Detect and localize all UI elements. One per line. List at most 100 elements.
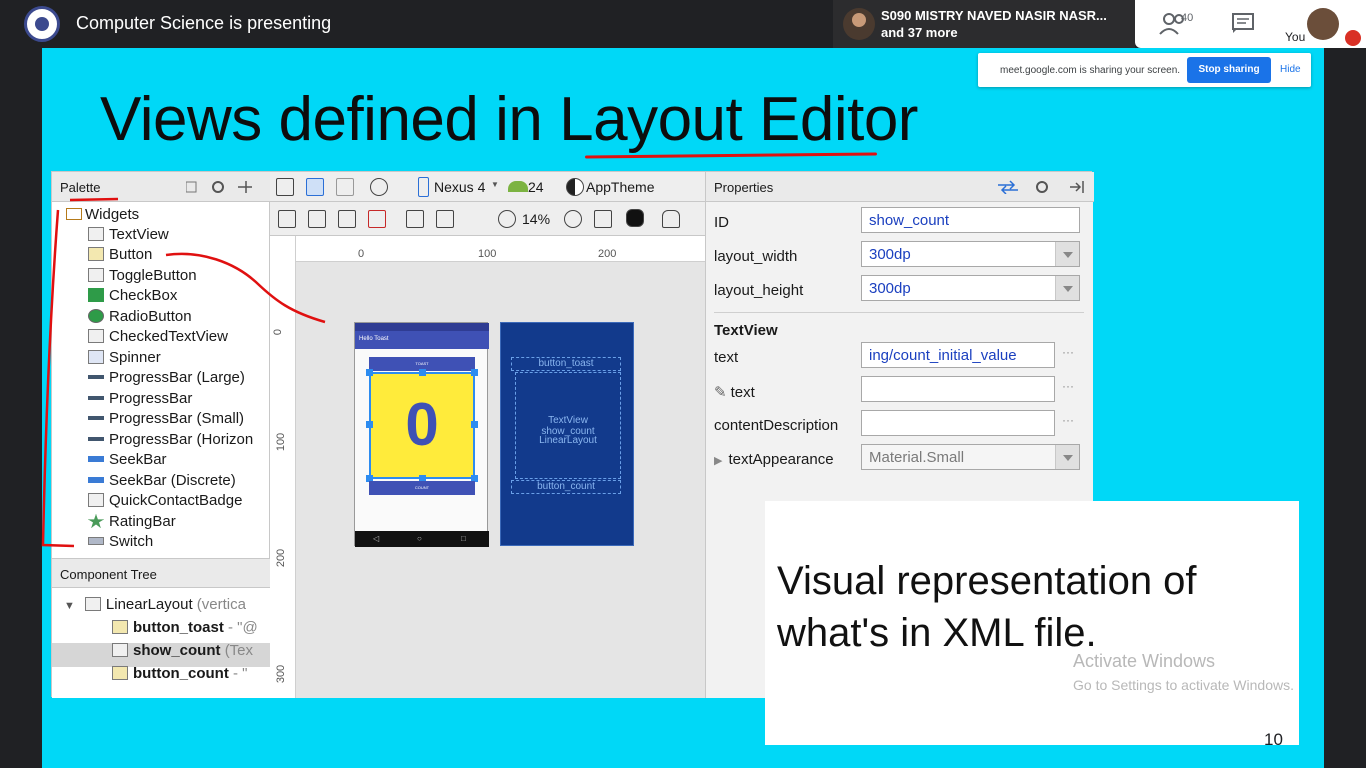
phone-preview[interactable]: Hello Toast TOAST 0 COUNT ◁ ○ □ [354, 322, 489, 547]
presenting-status: Computer Science is presenting [76, 13, 332, 33]
more-icon[interactable]: ··· [1062, 345, 1074, 359]
ruler-tick: 300 [275, 664, 288, 684]
palette-item-progressbar[interactable]: ProgressBar [88, 390, 192, 410]
blueprint-view-icon[interactable] [306, 178, 324, 196]
content-description-field[interactable] [861, 410, 1055, 436]
api-level-selector[interactable]: 24 [528, 179, 544, 195]
component-tree-title: Component Tree [60, 567, 157, 582]
palette-item-textview[interactable]: TextView [88, 226, 169, 246]
resize-handle[interactable] [366, 369, 373, 376]
fit-screen-icon[interactable] [594, 210, 612, 228]
count-value: 0 [405, 391, 439, 458]
palette-item-button[interactable]: Button [88, 246, 152, 266]
participant-chip[interactable]: S090 MISTRY NAVED NASIR NASR... and 37 m… [833, 0, 1135, 48]
wrench-icon: ✎ [714, 384, 727, 401]
palette-item-quickcontactbadge[interactable]: QuickContactBadge [88, 492, 242, 512]
windows-watermark-title: Activate Windows [1073, 651, 1216, 671]
prop-id-label: ID [714, 214, 729, 231]
tree-item-show-count[interactable]: show_count (Tex [112, 642, 253, 664]
zoom-out-icon[interactable] [498, 210, 516, 228]
palette-item-progressbar-small[interactable]: ProgressBar (Small) [88, 410, 244, 430]
tree-item-linearlayout[interactable]: ▼ LinearLayout (vertica [64, 596, 246, 618]
theme-selector[interactable]: AppTheme [586, 179, 654, 195]
tree-item-label: button_toast [133, 619, 224, 636]
layout-height-value: 300dp [869, 280, 911, 297]
screen-share-notice: meet.google.com is sharing your screen. … [978, 53, 1311, 87]
tools-text-field[interactable] [861, 376, 1055, 402]
slide-title: Views defined in Layout Editor [100, 85, 918, 154]
windows-watermark-subtitle: Go to Settings to activate Windows. [1073, 677, 1294, 693]
design-view-icon[interactable] [276, 178, 294, 196]
prop-text-appearance-label[interactable]: ▶ textAppearance [714, 451, 834, 468]
more-icon[interactable]: ··· [1062, 413, 1074, 427]
palette-item-togglebutton[interactable]: ToggleButton [88, 267, 197, 287]
palette-item-label: TextView [109, 226, 169, 243]
device-selector[interactable]: Nexus 4 [434, 179, 485, 195]
chat-icon[interactable] [1231, 12, 1255, 34]
blueprint-button-toast: button_toast [511, 357, 621, 371]
resize-handle[interactable] [471, 421, 478, 428]
palette-item-seekbar-discrete[interactable]: SeekBar (Discrete) [88, 472, 236, 492]
component-tree-header: Component Tree [52, 558, 270, 588]
palette-item-progressbar-horizontal[interactable]: ProgressBar (Horizon [88, 431, 253, 451]
spinner-icon [88, 350, 104, 364]
switch-icon [88, 537, 104, 545]
blueprint-textview-label: TextView [548, 415, 588, 426]
split-view-icon[interactable] [336, 178, 354, 196]
palette-item-radiobutton[interactable]: RadioButton [88, 308, 192, 328]
notification-icon[interactable] [662, 210, 680, 228]
textview-icon [88, 227, 104, 241]
prop-content-description-label: contentDescription [714, 417, 839, 434]
text-appearance-select[interactable]: Material.Small [861, 444, 1080, 470]
resize-handle[interactable] [419, 369, 426, 376]
hide-button[interactable]: Hide [1280, 64, 1301, 75]
slide-number: 10 [1264, 730, 1283, 749]
layout-icon [84, 597, 101, 611]
prop-layout-width-label: layout_width [714, 248, 798, 265]
palette-item-label: Button [109, 246, 153, 263]
clear-constraints-icon[interactable] [368, 210, 386, 228]
tree-item-button-count[interactable]: button_count - " [112, 665, 247, 687]
blueprint-preview[interactable]: button_toast TextView show_count LinearL… [500, 322, 634, 546]
id-field[interactable]: show_count [861, 207, 1080, 233]
align-tool-icon[interactable] [308, 210, 326, 228]
component-tree-panel: Component Tree ▼ LinearLayout (vertica bu… [52, 558, 270, 698]
layout-height-select[interactable]: 300dp [861, 275, 1080, 301]
show-count-textview[interactable]: 0 [369, 372, 475, 479]
resize-handle[interactable] [366, 421, 373, 428]
expand-horizontal-icon[interactable] [406, 210, 424, 228]
sigma-tool-icon[interactable] [338, 210, 356, 228]
palette-header: Palette [52, 172, 270, 202]
tree-item-suffix: - " [232, 665, 248, 682]
more-icon[interactable]: ··· [1062, 379, 1074, 393]
palette-item-progressbar-large[interactable]: ProgressBar (Large) [88, 369, 245, 389]
expand-vertical-icon[interactable] [436, 210, 454, 228]
share-notice-text: meet.google.com is sharing your screen. [1000, 65, 1181, 76]
orientation-icon[interactable] [370, 178, 388, 196]
palette-item-ratingbar[interactable]: RatingBar [88, 513, 176, 533]
palette-item-spinner[interactable]: Spinner [88, 349, 161, 369]
widgets-folder[interactable]: Widgets [66, 206, 139, 223]
palette-item-checkedtextview[interactable]: CheckedTextView [88, 328, 228, 348]
self-avatar[interactable] [1307, 8, 1339, 40]
palette-settings-icon [186, 181, 252, 193]
palette-item-seekbar[interactable]: SeekBar [88, 451, 167, 471]
layout-tool-icon[interactable] [278, 210, 296, 228]
prop-text-label: text [714, 349, 739, 366]
resize-handle[interactable] [471, 369, 478, 376]
design-toolbar: Nexus 4 ▼ 24 AppTheme [270, 172, 705, 202]
design-canvas[interactable]: Hello Toast TOAST 0 COUNT ◁ ○ □ button_t… [296, 262, 705, 698]
layout-width-select[interactable]: 300dp [861, 241, 1080, 267]
palette-item-label: ToggleButton [109, 267, 197, 284]
meet-top-bar: Computer Science is presenting S090 MIST… [0, 0, 1366, 48]
pan-hand-icon[interactable] [626, 209, 644, 227]
tree-item-button-toast[interactable]: button_toast - "@ [112, 619, 258, 641]
palette-item-switch[interactable]: Switch [88, 533, 153, 553]
palette-item-checkbox[interactable]: CheckBox [88, 287, 177, 307]
progressbar-icon [88, 416, 104, 420]
stop-sharing-button[interactable]: Stop sharing [1187, 57, 1271, 83]
text-field[interactable]: ing/count_initial_value [861, 342, 1055, 368]
phone-status-bar [355, 323, 489, 331]
count-button-preview[interactable]: COUNT [369, 481, 475, 495]
zoom-in-icon[interactable] [564, 210, 582, 228]
